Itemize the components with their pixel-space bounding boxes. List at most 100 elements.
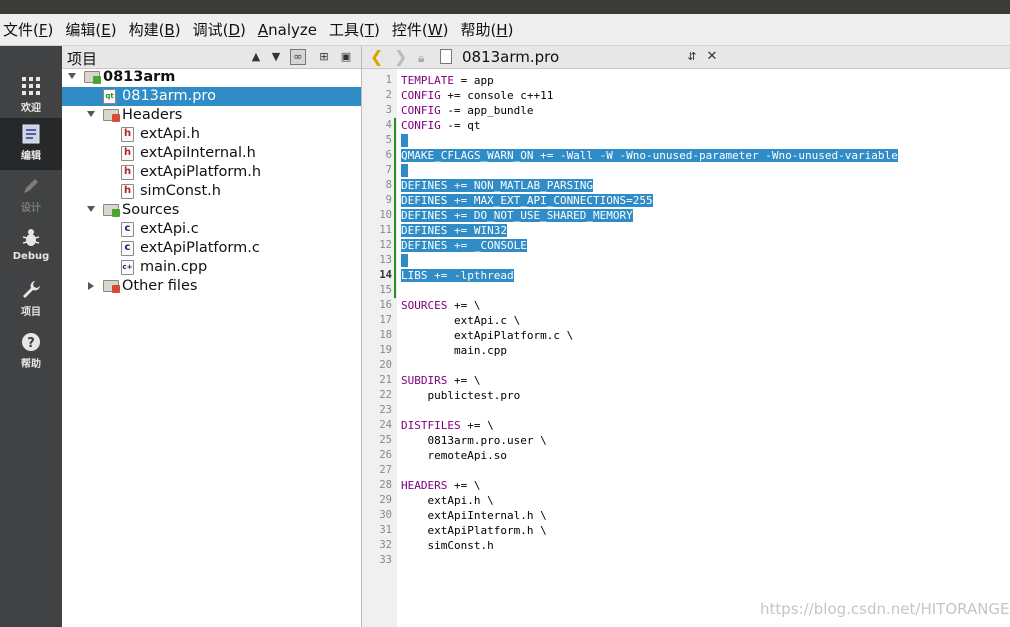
line-number: 16 <box>379 299 392 311</box>
tree-item[interactable]: 0813arm <box>62 68 361 87</box>
code-line: remoteApi.so <box>401 449 507 462</box>
line-number: 18 <box>379 329 392 341</box>
collapse-arrow-icon[interactable] <box>87 111 95 117</box>
line-number: 22 <box>379 389 392 401</box>
back-arrow-icon[interactable]: ❮ <box>370 48 383 66</box>
line-number: 29 <box>379 494 392 506</box>
edit-doc-icon <box>0 123 62 145</box>
bug-icon <box>0 227 62 249</box>
tree-item-label: main.cpp <box>140 259 208 275</box>
tree-item-label: Other files <box>122 278 198 294</box>
code-line: LIBS += -lpthread <box>401 269 514 282</box>
file-dropdown-icon[interactable]: ⇵ <box>684 49 700 65</box>
tree-item-label: extApi.h <box>140 126 200 142</box>
menu-t[interactable]: 工具(T) <box>326 19 389 40</box>
menu-f[interactable]: 文件(F) <box>0 19 62 40</box>
help-icon: ? <box>0 331 62 353</box>
tree-item-label: Headers <box>122 107 183 123</box>
line-number-gutter: 1 2 3 4 5 6 7 8 9 10 11 12 13 14 15 16 17 18 19 20 21 22 23 24 2… <box>362 69 397 627</box>
tree-item[interactable]: h simConst.h <box>62 182 361 201</box>
code-editor: ❮ ❯ 🔒︎ 0813arm.pro ⇵ ✕ 1 2 3 4 5 6 7 8 9 10 11 12 13… <box>362 46 1010 627</box>
line-number: 27 <box>379 464 392 476</box>
line-number: 6 <box>385 149 392 161</box>
line-number: 31 <box>379 524 392 536</box>
folder-icon <box>103 109 120 122</box>
collapse-arrow-icon[interactable] <box>68 73 76 79</box>
line-number: 7 <box>385 164 392 176</box>
tree-item[interactable]: Other files <box>62 277 361 296</box>
code-line: CONFIG += console c++11 <box>401 89 554 102</box>
tree-item-label: 0813arm.pro <box>122 88 216 104</box>
code-line: DISTFILES += \ <box>401 419 494 432</box>
watermark: https://blog.csdn.net/HITORANGE <box>760 600 1010 618</box>
link-icon[interactable]: ∞ <box>290 49 306 65</box>
code-line: HEADERS += \ <box>401 479 481 492</box>
tree-item[interactable]: Headers <box>62 106 361 125</box>
tree-item[interactable]: h extApi.h <box>62 125 361 144</box>
tree-item[interactable]: Sources <box>62 201 361 220</box>
project-pane-title: 项目 <box>67 50 98 68</box>
menu-d[interactable]: 调试(D) <box>190 19 255 40</box>
tree-item-label: 0813arm <box>103 69 176 85</box>
code-line <box>401 133 408 148</box>
code-line: TEMPLATE = app <box>401 74 494 87</box>
line-number: 1 <box>385 74 392 86</box>
code-line: extApiPlatform.c \ <box>401 329 574 342</box>
code-area[interactable]: TEMPLATE = app CONFIG += console c++11 CON… <box>397 69 1010 627</box>
line-number: 15 <box>379 284 392 296</box>
updown-arrows-icon[interactable]: ▲︎ <box>248 49 264 65</box>
code-line: SOURCES += \ <box>401 299 481 312</box>
tree-item[interactable]: h extApiInternal.h <box>62 144 361 163</box>
close-pane-icon[interactable]: ▣ <box>338 49 354 65</box>
mode-grid[interactable]: 欢迎 <box>0 70 62 122</box>
menu-bar: 文件(F) 编辑(E) 构建(B) 调试(D) Analyze 工具(T) 控件(W) 帮助(… <box>0 14 1010 46</box>
filter-icon[interactable]: ▼ <box>268 49 284 65</box>
menu-h[interactable]: 帮助(H) <box>457 19 522 40</box>
line-number: 23 <box>379 404 392 416</box>
tree-item[interactable]: h extApiPlatform.h <box>62 163 361 182</box>
tree-item[interactable]: c+ main.cpp <box>62 258 361 277</box>
tree-item[interactable]: qt 0813arm.pro <box>62 87 361 106</box>
code-line: DEFINES += WIN32 <box>401 224 507 237</box>
line-number: 17 <box>379 314 392 326</box>
h-file-icon: h <box>121 127 134 142</box>
close-file-icon[interactable]: ✕ <box>704 49 720 65</box>
tree-item[interactable]: c extApi.c <box>62 220 361 239</box>
line-number: 9 <box>385 194 392 206</box>
mode-help[interactable]: ? 帮助 <box>0 326 62 378</box>
window-top-strip <box>0 0 1010 14</box>
tree-item-label: simConst.h <box>140 183 221 199</box>
mode-label: Debug <box>12 251 50 262</box>
mode-selector: 欢迎 编辑 设计 Debug 项目? 帮助 <box>0 46 62 627</box>
code-line: publictest.pro <box>401 389 521 402</box>
line-number: 10 <box>379 209 392 221</box>
menu-w[interactable]: 控件(W) <box>389 19 458 40</box>
tree-item[interactable]: c extApiPlatform.c <box>62 239 361 258</box>
code-line: main.cpp <box>401 344 507 357</box>
code-line: CONFIG -= app_bundle <box>401 104 534 117</box>
c-file-icon: c <box>121 222 134 237</box>
code-line: SUBDIRS += \ <box>401 374 481 387</box>
menu-b[interactable]: 构建(B) <box>126 19 190 40</box>
pro-file-icon: qt <box>103 89 116 104</box>
code-line: QMAKE_CFLAGS_WARN_ON += -Wall -W -Wno-un… <box>401 149 898 162</box>
forward-arrow-icon[interactable]: ❯ <box>394 48 407 66</box>
menu-e[interactable]: 编辑(E) <box>62 19 125 40</box>
tree-item-label: Sources <box>122 202 180 218</box>
project-icon <box>84 71 101 84</box>
cpp-file-icon: c+ <box>121 260 134 275</box>
collapse-arrow-icon[interactable] <box>87 206 95 212</box>
editor-file-name[interactable]: 0813arm.pro <box>462 48 559 66</box>
mode-label: 欢迎 <box>21 103 41 114</box>
mode-bug[interactable]: Debug <box>0 222 62 274</box>
project-pane: 项目 ▲︎ ▼ ∞ ⊞ ▣ 0813arm qt 0813arm.pro Header… <box>62 46 362 627</box>
mode-label: 帮助 <box>21 359 41 370</box>
code-line: DEFINES += DO_NOT_USE_SHARED_MEMORY <box>401 209 633 222</box>
split-icon[interactable]: ⊞ <box>316 49 332 65</box>
menu-analyze[interactable]: Analyze <box>255 21 326 39</box>
tree-item-label: extApi.c <box>140 221 199 237</box>
mode-wrench[interactable]: 项目 <box>0 274 62 326</box>
mode-edit-doc[interactable]: 编辑 <box>0 118 62 170</box>
expand-arrow-icon[interactable] <box>88 282 94 290</box>
h-file-icon: h <box>121 146 134 161</box>
